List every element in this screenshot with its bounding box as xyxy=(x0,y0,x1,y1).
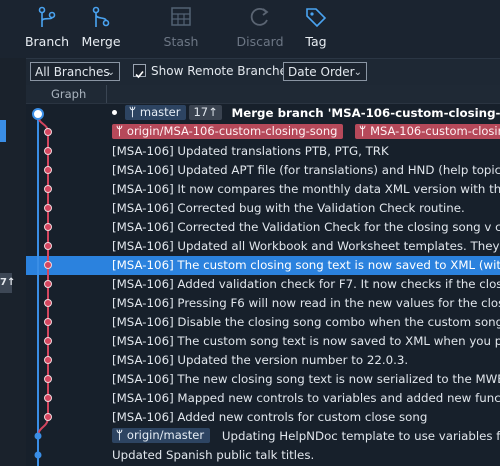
ahead-count-tag: 17↑ xyxy=(189,105,222,120)
branch-icon xyxy=(38,6,56,27)
order-dropdown-value: Date Order xyxy=(288,65,355,79)
commit-row[interactable]: [MSA-106] Updated APT file (for translat… xyxy=(26,161,500,180)
sidebar-selection-indicator xyxy=(0,120,6,142)
commit-message: [MSA-106] Added new controls for custom … xyxy=(112,410,428,424)
branch-tag-origin-master[interactable]: ᛘ origin/master xyxy=(112,428,211,443)
commit-row-selected[interactable]: [MSA-106] The custom closing song text i… xyxy=(26,256,500,275)
commit-row[interactable]: [MSA-106] Updated all Workbook and Works… xyxy=(26,237,500,256)
column-divider[interactable] xyxy=(106,85,107,103)
merge-label: Merge xyxy=(81,34,121,49)
sidebar-strip: 7↑ xyxy=(0,58,26,466)
commit-message: [MSA-106] Disable the closing song combo… xyxy=(112,315,500,329)
commit-row[interactable]: ᛘ origin/MSA-106-custom-closing-song ᛘ MSA… xyxy=(26,123,500,142)
commit-message: [MSA-106] Corrected bug with the Validat… xyxy=(112,201,465,215)
discard-icon xyxy=(250,7,269,26)
branches-dropdown-value: All Branches xyxy=(35,65,110,79)
stash-icon xyxy=(171,7,191,26)
commit-message: [MSA-106] Updated all Workbook and Works… xyxy=(112,239,500,253)
graph-column-header[interactable]: Graph xyxy=(51,87,86,101)
chevron-down-icon: ⌄ xyxy=(106,67,115,78)
commit-row[interactable]: [MSA-106] Updated translations PTB, PTG,… xyxy=(26,142,500,161)
order-dropdown[interactable]: Date Order ⌄ xyxy=(283,62,367,81)
commit-message: [MSA-106] Added validation check for F7.… xyxy=(112,277,500,291)
head-indicator-icon xyxy=(112,110,117,115)
branches-dropdown[interactable]: All Branches ⌄ xyxy=(30,62,120,81)
commit-row[interactable]: [MSA-106] The new closing song text is n… xyxy=(26,370,500,389)
commit-row[interactable]: [MSA-106] Mapped new controls to variabl… xyxy=(26,389,500,408)
tag-label: Tag xyxy=(305,34,327,49)
commit-message: [MSA-106] The custom song text is now sa… xyxy=(112,334,500,348)
commit-row[interactable]: [MSA-106] Added validation check for F7.… xyxy=(26,275,500,294)
commit-message: [MSA-106] Mapped new controls to variabl… xyxy=(112,391,500,405)
merge-button[interactable]: Merge xyxy=(71,6,131,49)
branch-tag-label: origin/MSA-106-custom-closing-song xyxy=(126,124,338,138)
graph-head-commit-node xyxy=(32,108,44,120)
discard-label: Discard xyxy=(236,34,284,49)
commit-graph xyxy=(32,108,52,466)
commit-message: [MSA-106] The new closing song text is n… xyxy=(112,372,500,386)
commit-row[interactable]: Updated Spanish public talk titles. xyxy=(26,446,500,465)
commit-row[interactable]: [MSA-106] Disable the closing song combo… xyxy=(26,313,500,332)
commit-message: [MSA-106] Updated APT file (for translat… xyxy=(112,163,500,177)
graph-feature-branch-line xyxy=(37,113,49,438)
branch-button[interactable]: Branch xyxy=(17,6,77,49)
checkmark-icon xyxy=(135,70,144,79)
commit-message: [MSA-106] Corrected the Validation Check… xyxy=(112,220,500,234)
branch-tag-master[interactable]: ᛘ master xyxy=(125,105,187,120)
commit-message: [MSA-106] Updated translations PTB, PTG,… xyxy=(112,144,389,158)
branch-tag-label: origin/master xyxy=(126,428,205,442)
chevron-down-icon: ⌄ xyxy=(353,67,362,78)
tag-button[interactable]: Tag xyxy=(286,6,346,49)
branch-label: Branch xyxy=(24,34,70,49)
commit-list: ᛘ master 17↑ Merge branch 'MSA-106-custom-… xyxy=(26,104,500,466)
remote-branch-tag[interactable]: ᛘ origin/MSA-106-custom-closing-song xyxy=(112,124,344,139)
stash-label: Stash xyxy=(163,34,199,49)
commit-row[interactable]: ᛘ master 17↑ Merge branch 'MSA-106-custom-… xyxy=(26,104,500,123)
column-header: Graph xyxy=(26,85,500,104)
commit-row[interactable]: [MSA-106] Corrected the Validation Check… xyxy=(26,218,500,237)
commit-row[interactable]: [MSA-106] Updated the version number to … xyxy=(26,351,500,370)
stash-button[interactable]: Stash xyxy=(151,6,211,49)
commit-row[interactable]: [MSA-106] Added new controls for custom … xyxy=(26,408,500,427)
show-remote-label: Show Remote Branches xyxy=(151,64,294,78)
commit-message: Merge branch 'MSA-106-custom-closing-son… xyxy=(231,106,500,120)
commit-row[interactable]: [MSA-106] Pressing F6 will now read in t… xyxy=(26,294,500,313)
show-remote-checkbox[interactable] xyxy=(133,64,146,79)
local-branch-tag[interactable]: ᛘMSA-106-custom-closing-song xyxy=(355,124,500,139)
discard-button[interactable]: Discard xyxy=(230,6,290,49)
commit-message: [MSA-106] The custom closing song text i… xyxy=(112,258,500,272)
commit-message: [MSA-106] Updated the version number to … xyxy=(112,353,409,367)
toolbar: Branch Merge Stash Discard Tag xyxy=(0,0,500,58)
branch-icon: ᛘ xyxy=(116,428,123,442)
branch-tag-label: MSA-106-custom-closing-song xyxy=(370,124,500,138)
commit-row[interactable]: [MSA-106] The custom song text is now sa… xyxy=(26,332,500,351)
filter-bar: All Branches ⌄ Show Remote Branches Date… xyxy=(26,58,500,85)
ahead-count-badge: 7↑ xyxy=(0,273,15,293)
commit-message: [MSA-106] Pressing F6 will now read in t… xyxy=(112,296,500,310)
commit-row[interactable]: [MSA-106] It now compares the monthly da… xyxy=(26,180,500,199)
commit-row[interactable]: [MSA-106] Corrected bug with the Validat… xyxy=(26,199,500,218)
remote-branch-icon: ᛘ xyxy=(116,124,123,138)
branch-tag-label: master xyxy=(139,105,181,119)
commit-message: Updating HelpNDoc template to use variab… xyxy=(221,429,500,443)
tag-icon xyxy=(306,8,327,28)
branch-icon: ᛘ xyxy=(359,124,367,138)
commit-message: Updated Spanish public talk titles. xyxy=(112,448,315,462)
branch-icon: ᛘ xyxy=(129,105,136,119)
merge-icon xyxy=(92,6,110,27)
commit-message: [MSA-106] It now compares the monthly da… xyxy=(112,182,500,196)
commit-row[interactable]: ᛘ origin/master Updating HelpNDoc templat… xyxy=(26,427,500,446)
